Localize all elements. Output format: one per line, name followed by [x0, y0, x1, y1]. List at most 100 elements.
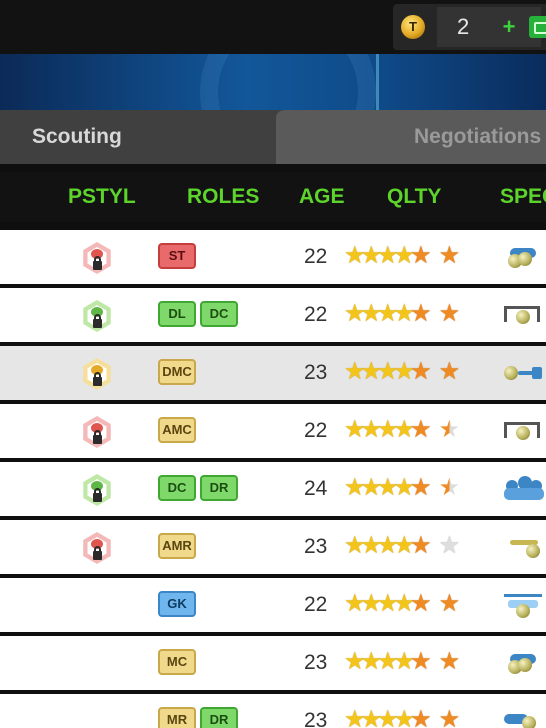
potential-star-icon: ★: [438, 648, 461, 675]
playstyle-icon: [79, 472, 115, 508]
quality-stars: ★★★★★ ★: [344, 532, 460, 559]
player-row[interactable]: MR DR 23 ★★★★★ ★: [0, 692, 546, 728]
star-icon: ★: [410, 706, 432, 728]
lock-icon: [93, 546, 102, 560]
potential-star-icon: ★: [438, 474, 461, 501]
top-bar: T 2 +: [0, 0, 546, 54]
quality-stars: ★★★★★ ★: [344, 706, 460, 728]
potential-star-icon: ★: [438, 590, 461, 617]
potential-star-icon: ★: [438, 358, 461, 385]
cross-icon: [502, 532, 546, 562]
spec-shape: [504, 306, 507, 322]
potential-star-icon: ★: [438, 300, 461, 327]
spec-shape: [504, 422, 540, 425]
coin-balance: 2: [437, 7, 541, 47]
star-icon: ★: [410, 358, 432, 385]
tab-negotiations[interactable]: Negotiations: [276, 110, 546, 164]
quality-stars: ★★★★★ ★: [344, 242, 460, 269]
playstyle-icon: [79, 240, 115, 276]
player-age: 22: [304, 419, 328, 442]
player-row[interactable]: DC DR 24 ★★★★★ ★: [0, 460, 546, 516]
tab-bar: Scouting Negotiations: [0, 110, 546, 164]
goalkeeper-icon: [502, 590, 546, 620]
pass-icon: [502, 358, 546, 388]
tab-scouting[interactable]: Scouting: [0, 110, 282, 164]
role-badge: MR: [158, 707, 196, 728]
player-age: 24: [304, 477, 328, 500]
ball-shape: [518, 252, 532, 266]
player-row[interactable]: DMC 23 ★★★★★ ★: [0, 344, 546, 400]
spec-shape: [504, 422, 507, 438]
player-age: 23: [304, 361, 328, 384]
token-coin-icon: T: [401, 15, 425, 39]
column-qlty[interactable]: QLTY: [387, 172, 441, 222]
role-badge: DL: [158, 301, 196, 327]
role-badge: MC: [158, 649, 196, 675]
player-row[interactable]: AMR 23 ★★★★★ ★: [0, 518, 546, 574]
ball-shape: [516, 604, 530, 618]
team-icon: [502, 474, 546, 504]
quality-stars: ★★★★★ ★: [344, 300, 460, 327]
player-row[interactable]: AMC 22 ★★★★★ ★: [0, 402, 546, 458]
dribbling-icon: [502, 648, 546, 678]
player-row[interactable]: GK 22 ★★★★★ ★: [0, 576, 546, 632]
playstyle-icon: [79, 530, 115, 566]
ball-shape: [516, 426, 530, 440]
spec-shape: [504, 594, 542, 597]
player-row[interactable]: ST 22 ★★★★★ ★: [0, 228, 546, 284]
spec-shape: [537, 422, 540, 438]
spec-shape: [537, 306, 540, 322]
quality-stars: ★★★★★ ★: [344, 648, 460, 675]
column-header: PSTYL ROLES AGE QLTY SPEC: [0, 172, 546, 222]
star-icon: ★: [410, 590, 432, 617]
quality-stars: ★★★★★ ★: [344, 590, 460, 617]
player-age: 23: [304, 709, 328, 728]
lock-icon: [93, 430, 102, 444]
potential-star-icon: ★: [438, 416, 461, 443]
potential-star-icon: ★: [438, 706, 461, 728]
role-badge: DC: [158, 475, 196, 501]
spec-shape: [504, 306, 540, 309]
lock-icon: [93, 314, 102, 328]
ball-shape: [504, 366, 518, 380]
player-age: 22: [304, 245, 328, 268]
player-row[interactable]: MC 23 ★★★★★ ★: [0, 634, 546, 690]
spec-shape: [532, 367, 542, 379]
role-badge: AMR: [158, 533, 196, 559]
role-badge: ST: [158, 243, 196, 269]
player-row[interactable]: DL DC 22 ★★★★★ ★: [0, 286, 546, 342]
column-pstyl[interactable]: PSTYL: [68, 172, 136, 222]
role-badge: DR: [200, 707, 238, 728]
playstyle-icon: [79, 298, 115, 334]
star-icon: ★: [410, 300, 432, 327]
goal-icon: [502, 300, 546, 330]
ball-shape: [526, 544, 540, 558]
player-age: 22: [304, 593, 328, 616]
column-age[interactable]: AGE: [299, 172, 345, 222]
column-roles[interactable]: ROLES: [187, 172, 259, 222]
quality-stars: ★★★★★ ★: [344, 474, 460, 501]
playstyle-icon: [79, 414, 115, 450]
goal-icon: [502, 416, 546, 446]
ball-shape: [522, 716, 536, 728]
potential-star-icon: ★: [438, 532, 461, 559]
currency-panel: T 2 +: [393, 4, 546, 50]
tackle-icon: [502, 706, 546, 728]
cash-icon[interactable]: [529, 16, 546, 38]
column-spec[interactable]: SPEC: [500, 172, 546, 222]
role-badge: DMC: [158, 359, 196, 385]
player-age: 22: [304, 303, 328, 326]
player-age: 23: [304, 651, 328, 674]
potential-star-icon: ★: [438, 242, 461, 269]
role-badge: DC: [200, 301, 238, 327]
lock-icon: [93, 256, 102, 270]
star-icon: ★: [410, 242, 432, 269]
star-icon: ★: [410, 474, 432, 501]
star-icon: ★: [410, 532, 432, 559]
role-badge: DR: [200, 475, 238, 501]
lock-icon: [93, 372, 102, 386]
buy-tokens-button[interactable]: +: [499, 7, 519, 47]
star-icon: ★: [410, 648, 432, 675]
role-badge: AMC: [158, 417, 196, 443]
star-icon: ★: [410, 416, 432, 443]
